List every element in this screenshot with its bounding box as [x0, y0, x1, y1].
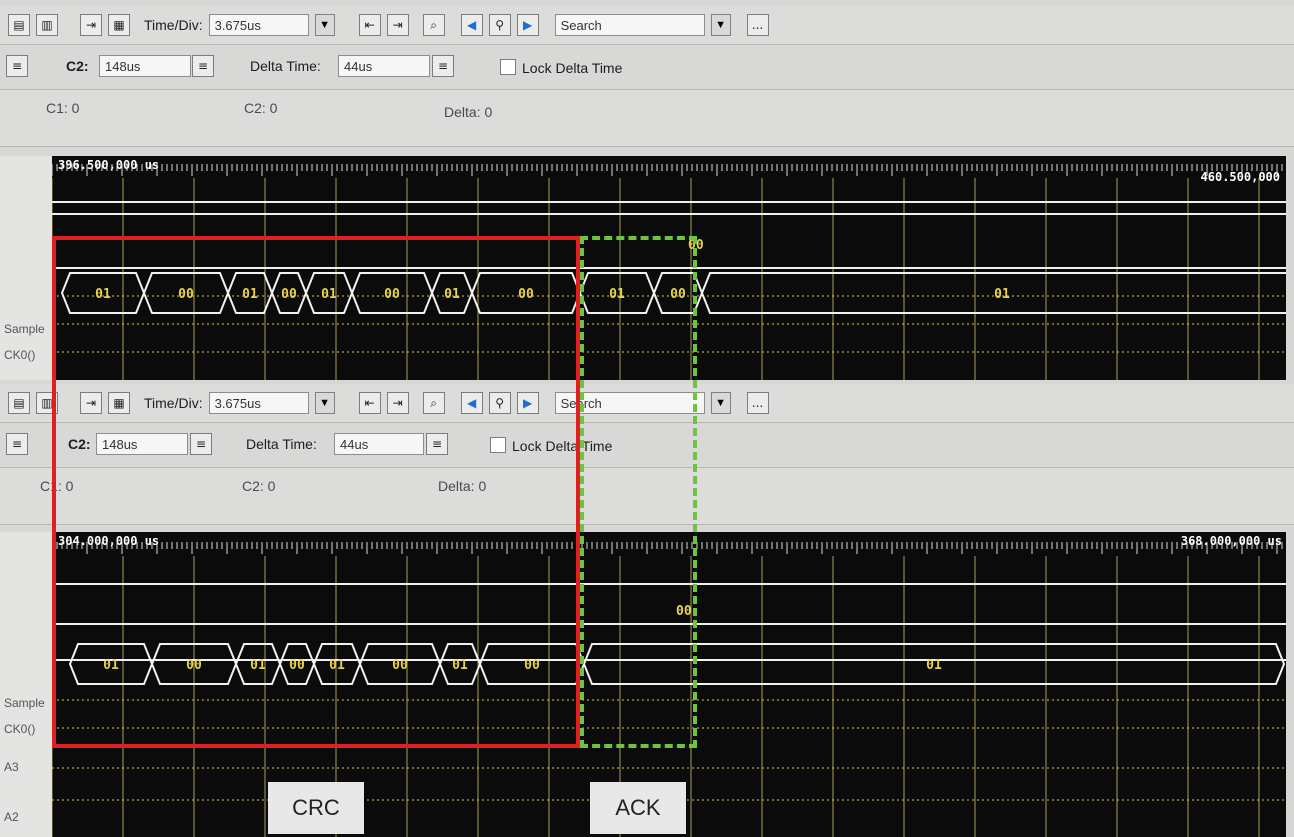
open-icon[interactable]: ▤: [8, 392, 30, 414]
bus-value-label: 01: [926, 658, 942, 673]
search-input[interactable]: Search: [554, 14, 705, 36]
time-div-dropdown-icon[interactable]: ▼: [314, 14, 335, 36]
delta-status: Delta: 0: [438, 478, 487, 494]
zoom-out-icon[interactable]: ⇥: [386, 14, 409, 36]
time-div-label: Time/Div:: [144, 17, 203, 33]
c2-stepper-icon[interactable]: ≡: [192, 55, 214, 77]
c2-label: C2:: [66, 58, 89, 74]
signal-sample[interactable]: Sample: [4, 322, 45, 336]
bus-value-label: 01: [95, 287, 111, 302]
time-div-dropdown-icon[interactable]: ▼: [314, 392, 335, 414]
bus-value-label: 01: [250, 658, 266, 673]
properties-icon[interactable]: ▦: [108, 392, 130, 414]
zoom-out-icon[interactable]: ⇥: [386, 392, 409, 414]
bottom-cursor-row: ≡ C2: 148us ≡ Delta Time: 44us ≡ Lock De…: [0, 423, 1294, 468]
time-div-input[interactable]: 3.675us: [208, 392, 309, 414]
lock-delta-checkbox[interactable]: [490, 437, 506, 453]
c1-status: C1: 0: [46, 100, 80, 116]
stepper-icon[interactable]: ≡: [6, 433, 28, 455]
top-signal-names: Sample CK0(): [0, 156, 53, 380]
delta-status: Delta: 0: [444, 104, 493, 120]
top-cursor-row: ≡ C2: 148us ≡ Delta Time: 44us ≡ Lock De…: [0, 45, 1294, 90]
signal-sample[interactable]: Sample: [4, 696, 45, 710]
binoculars-icon[interactable]: ⚲: [488, 392, 511, 414]
bus-value-label: 01: [321, 287, 337, 302]
crc-annotation: CRC: [268, 782, 364, 834]
bus-value-label: 00: [524, 658, 540, 673]
bus-value-label: 00: [384, 287, 400, 302]
zoom-in-icon[interactable]: ⇤: [358, 392, 381, 414]
binoculars-icon[interactable]: ⚲: [488, 14, 511, 36]
more-button[interactable]: ...: [746, 14, 769, 36]
properties-icon[interactable]: ▦: [108, 14, 130, 36]
signal-ck0[interactable]: CK0(): [4, 722, 35, 736]
bus-value-label: 01: [452, 658, 468, 673]
bus-value-label: 00: [392, 658, 408, 673]
delta-time-label: Delta Time:: [246, 436, 317, 452]
search-dropdown-icon[interactable]: ▼: [710, 14, 731, 36]
c2-input[interactable]: 148us: [99, 55, 191, 77]
stepper-icon[interactable]: ≡: [6, 55, 28, 77]
bus-value-label: 01: [242, 287, 258, 302]
c2-status: C2: 0: [242, 478, 276, 494]
save-icon[interactable]: ▥: [36, 14, 58, 36]
time-div-input[interactable]: 3.675us: [208, 14, 309, 36]
top-status-row: C1: 0 C2: 0 Delta: 0: [0, 90, 1294, 147]
signal-a3[interactable]: A3: [4, 760, 19, 774]
c2-status: C2: 0: [244, 100, 278, 116]
delta-time-input[interactable]: 44us: [334, 433, 424, 455]
time-div-label: Time/Div:: [144, 395, 203, 411]
top-panel: ▤ ▥ ⇥ ▦ Time/Div: 3.675us ▼ ⇤ ⇥ ⌕ ◀ ⚲ ▶ …: [0, 0, 1294, 380]
delta-stepper-icon[interactable]: ≡: [432, 55, 454, 77]
search-dropdown-icon[interactable]: ▼: [710, 392, 731, 414]
bus-value-label: 01: [994, 287, 1010, 302]
prev-arrow-icon[interactable]: ◀: [460, 392, 483, 414]
bottom-signal-names: Sample CK0() A3 A2: [0, 532, 53, 837]
prev-arrow-icon[interactable]: ◀: [460, 14, 483, 36]
open-icon[interactable]: ▤: [8, 14, 30, 36]
ack-annotation: ACK: [590, 782, 686, 834]
more-button[interactable]: ...: [746, 392, 769, 414]
bottom-status-row: C1: 0 C2: 0 Delta: 0: [0, 468, 1294, 525]
bus-value-label: 01: [103, 658, 119, 673]
zoom-in-icon[interactable]: ⇤: [358, 14, 381, 36]
magnifier-icon[interactable]: ⌕: [422, 392, 445, 414]
magnifier-icon[interactable]: ⌕: [422, 14, 445, 36]
top-waveform-view[interactable]: 396.500,000 us 460.500,000 00 01 00 01 00 01…: [52, 156, 1286, 380]
bus-value-label: 01: [609, 287, 625, 302]
bus-value-label: 00: [670, 287, 686, 302]
signal-a2[interactable]: A2: [4, 810, 19, 824]
delta-time-input[interactable]: 44us: [338, 55, 430, 77]
c1-status: C1: 0: [40, 478, 74, 494]
bus-value-label: 00: [518, 287, 534, 302]
search-input[interactable]: Search: [554, 392, 705, 414]
delta-time-label: Delta Time:: [250, 58, 321, 74]
bus-value-label: 00: [178, 287, 194, 302]
next-arrow-icon[interactable]: ▶: [516, 392, 539, 414]
goto-icon[interactable]: ⇥: [80, 14, 102, 36]
lock-delta-checkbox[interactable]: [500, 59, 516, 75]
bus-value-label: 01: [329, 658, 345, 673]
bus-value-label: 01: [444, 287, 460, 302]
bus-value-label: 00: [281, 287, 297, 302]
c2-stepper-icon[interactable]: ≡: [190, 433, 212, 455]
waveform-canvas: 01 00 01 00 01 00 01 00 01 00 01: [52, 164, 1286, 380]
bus-value-label: 00: [289, 658, 305, 673]
lock-delta-label: Lock Delta Time: [522, 60, 623, 76]
signal-ck0[interactable]: CK0(): [4, 348, 35, 362]
next-arrow-icon[interactable]: ▶: [516, 14, 539, 36]
top-toolbar: ▤ ▥ ⇥ ▦ Time/Div: 3.675us ▼ ⇤ ⇥ ⌕ ◀ ⚲ ▶ …: [0, 6, 1294, 45]
bottom-toolbar: ▤ ▥ ⇥ ▦ Time/Div: 3.675us ▼ ⇤ ⇥ ⌕ ◀ ⚲ ▶ …: [0, 384, 1294, 423]
bottom-panel: ▤ ▥ ⇥ ▦ Time/Div: 3.675us ▼ ⇤ ⇥ ⌕ ◀ ⚲ ▶ …: [0, 380, 1294, 837]
lock-delta-label: Lock Delta Time: [512, 438, 613, 454]
c2-input[interactable]: 148us: [96, 433, 188, 455]
delta-stepper-icon[interactable]: ≡: [426, 433, 448, 455]
goto-icon[interactable]: ⇥: [80, 392, 102, 414]
bus-value-label: 00: [186, 658, 202, 673]
c2-label: C2:: [68, 436, 91, 452]
save-icon[interactable]: ▥: [36, 392, 58, 414]
